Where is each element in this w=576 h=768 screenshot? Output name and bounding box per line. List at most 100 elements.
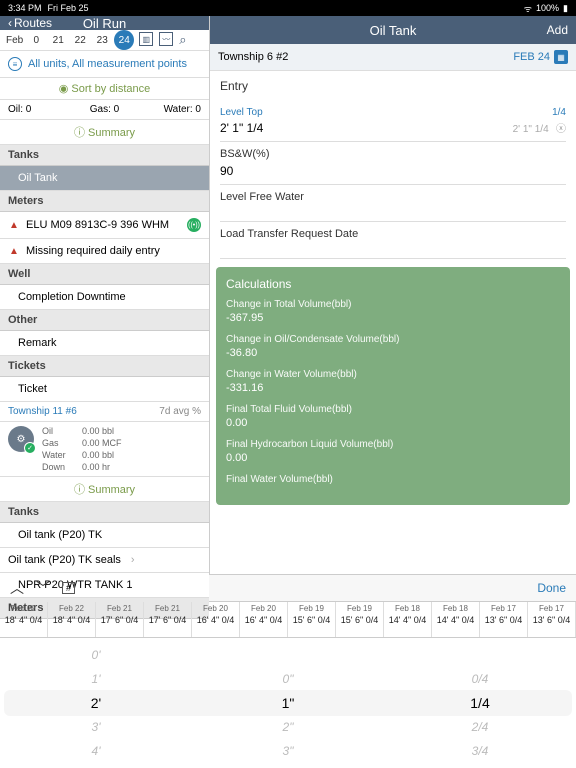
picker-item[interactable]: 0/4 [472, 669, 489, 689]
status-bar: 3:34 PM Fri Feb 25 ᯤ 100% ▮ [0, 0, 576, 16]
history-cell[interactable]: Feb 1915' 6" 0/4 [336, 602, 384, 637]
history-cell[interactable]: Feb 2218' 4" 0/4 [0, 602, 48, 637]
summary-link[interactable]: ⓘ Summary [0, 120, 209, 145]
section-tanks: Tanks [0, 145, 209, 166]
chevron-left-icon: ‹ [8, 16, 12, 30]
picker-item[interactable]: 4' [92, 741, 101, 761]
done-button[interactable]: Done [537, 581, 566, 595]
picker-item[interactable]: 1" [282, 693, 295, 713]
sub-name: Township 6 #2 [218, 51, 288, 63]
picker-item[interactable]: 3/4 [472, 741, 489, 761]
numeric-keypad-icon[interactable]: # [62, 582, 75, 594]
filter-row[interactable]: ≡ All units, All measurement points [0, 51, 209, 78]
location-icon: ◉ [59, 83, 69, 95]
barchart-icon[interactable]: ▥ [139, 32, 153, 46]
history-cell[interactable]: Feb 2218' 4" 0/4 [48, 602, 96, 637]
field-free-water[interactable]: Level Free Water [220, 185, 566, 222]
calc-title: Calculations [226, 277, 560, 291]
picker-col-feet[interactable]: 0' 1' 2' 3' 4' [0, 638, 192, 768]
section-other: Other [0, 310, 209, 331]
field-label: Level Top [220, 107, 263, 118]
date-bar: Feb 0 21 22 23 24 ▥ 〰 ⌕ [0, 30, 209, 51]
section-well: Well [0, 264, 209, 285]
picker-col-inches[interactable]: 0" 1" 2" 3" [192, 638, 384, 768]
history-cell[interactable]: Feb 1713' 6" 0/4 [528, 602, 576, 637]
row-completion[interactable]: Completion Downtime [0, 285, 209, 310]
date-0[interactable]: 0 [26, 30, 46, 50]
stat-gas: Gas: 0 [72, 104, 136, 115]
date-1[interactable]: 21 [48, 30, 68, 50]
picker-item[interactable]: 2/4 [472, 717, 489, 737]
date-3[interactable]: 23 [92, 30, 112, 50]
chevron-right-icon: › [131, 554, 135, 566]
right-header: Oil Tank Add [210, 16, 576, 44]
picker-up-icon[interactable]: ︿ [10, 578, 24, 598]
row-seals[interactable]: Oil tank (P20) TK seals › [0, 548, 209, 573]
summary-link-2[interactable]: ⓘ Summary [0, 477, 209, 502]
status-date: Fri Feb 25 [48, 3, 89, 13]
avg-label: 7d avg % [159, 406, 201, 417]
left-panel: ‹ Routes Oil Run Feb 0 21 22 23 24 ▥ 〰 ⌕… [0, 16, 210, 574]
row-oil-tank[interactable]: Oil Tank [0, 166, 209, 191]
history-cell[interactable]: Feb 2016' 4" 0/4 [240, 602, 288, 637]
back-label: Routes [14, 16, 52, 30]
missing-label: Missing required daily entry [26, 245, 160, 257]
row-ticket[interactable]: Ticket [0, 377, 209, 402]
stats-row: Oil: 0 Gas: 0 Water: 0 [0, 100, 209, 120]
picker-item[interactable]: 3" [283, 741, 294, 761]
entry-title: Entry [220, 79, 566, 93]
pumpjack-icon: ⚙✓ [8, 426, 34, 452]
picker-item[interactable]: 1/4 [470, 693, 489, 713]
history-strip[interactable]: Feb 2218' 4" 0/4Feb 2218' 4" 0/4Feb 2117… [0, 602, 576, 638]
picker-down-icon[interactable]: ﹀ [36, 578, 50, 598]
stat-oil: Oil: 0 [8, 104, 72, 115]
search-icon[interactable]: ⌕ [179, 32, 186, 48]
row-wtr-tank[interactable]: NPR P20 WTR TANK 1 [0, 573, 209, 598]
history-cell[interactable]: Feb 2117' 6" 0/4 [144, 602, 192, 637]
meter-label: ELU M09 8913C-9 396 WHM [26, 219, 169, 231]
date-2[interactable]: 22 [70, 30, 90, 50]
field-load-transfer[interactable]: Load Transfer Request Date [220, 222, 566, 259]
field-bsw[interactable]: BS&W(%) 90 [220, 142, 566, 185]
filter-icon: ≡ [8, 57, 22, 71]
township-header[interactable]: Township 11 #6 7d avg % [0, 402, 209, 422]
battery-pct: 100% [536, 3, 559, 13]
back-button[interactable]: ‹ Routes [8, 16, 52, 30]
clear-icon[interactable]: ⓧ [556, 124, 566, 135]
sub-date[interactable]: FEB 24 ▦ [513, 50, 568, 64]
field-label: BS&W(%) [220, 148, 566, 160]
picker-item[interactable]: 2" [283, 717, 294, 737]
row-tank-p20[interactable]: Oil tank (P20) TK [0, 523, 209, 548]
section-meters: Meters [0, 191, 209, 212]
field-level-top[interactable]: Level Top 1/4 2' 1" 1/4 2' 1" 1/4 ⓧ [220, 101, 566, 142]
history-cell[interactable]: Feb 2016' 4" 0/4 [192, 602, 240, 637]
filter-text: All units, All measurement points [28, 58, 187, 70]
picker-item[interactable]: 0' [92, 645, 101, 665]
stat-water: Water: 0 [137, 104, 201, 115]
date-4-active[interactable]: 24 [114, 30, 134, 50]
calendar-icon: ▦ [554, 50, 568, 64]
field-label: Load Transfer Request Date [220, 228, 566, 240]
section-tanks-2: Tanks [0, 502, 209, 523]
row-meter-missing[interactable]: ▲ Missing required daily entry [0, 239, 209, 264]
add-button[interactable]: Add [547, 23, 568, 37]
history-cell[interactable]: Feb 2117' 6" 0/4 [96, 602, 144, 637]
history-cell[interactable]: Feb 1713' 6" 0/4 [480, 602, 528, 637]
history-cell[interactable]: Feb 1915' 6" 0/4 [288, 602, 336, 637]
picker-item[interactable]: 3' [92, 717, 101, 737]
right-title: Oil Tank [370, 23, 417, 38]
picker-wheel[interactable]: 0' 1' 2' 3' 4' 0" 1" 2" 3" 0/4 1/4 2/4 3/4 [0, 638, 576, 768]
row-remark[interactable]: Remark [0, 331, 209, 356]
picker-col-fraction[interactable]: 0/4 1/4 2/4 3/4 [384, 638, 576, 768]
sort-row[interactable]: ◉ Sort by distance [0, 78, 209, 100]
history-cell[interactable]: Feb 1814' 4" 0/4 [384, 602, 432, 637]
status-time: 3:34 PM [8, 3, 42, 13]
picker-item[interactable]: 2' [91, 693, 101, 713]
picker-item[interactable]: 1' [92, 669, 101, 689]
alert-icon: ▲ [8, 219, 20, 231]
history-cell[interactable]: Feb 1814' 4" 0/4 [432, 602, 480, 637]
linechart-icon[interactable]: 〰 [159, 32, 173, 46]
picker-item[interactable]: 0" [283, 669, 294, 689]
row-meter-1[interactable]: ▲ ELU M09 8913C-9 396 WHM ((•)) [0, 212, 209, 239]
check-icon: ✓ [24, 442, 36, 454]
